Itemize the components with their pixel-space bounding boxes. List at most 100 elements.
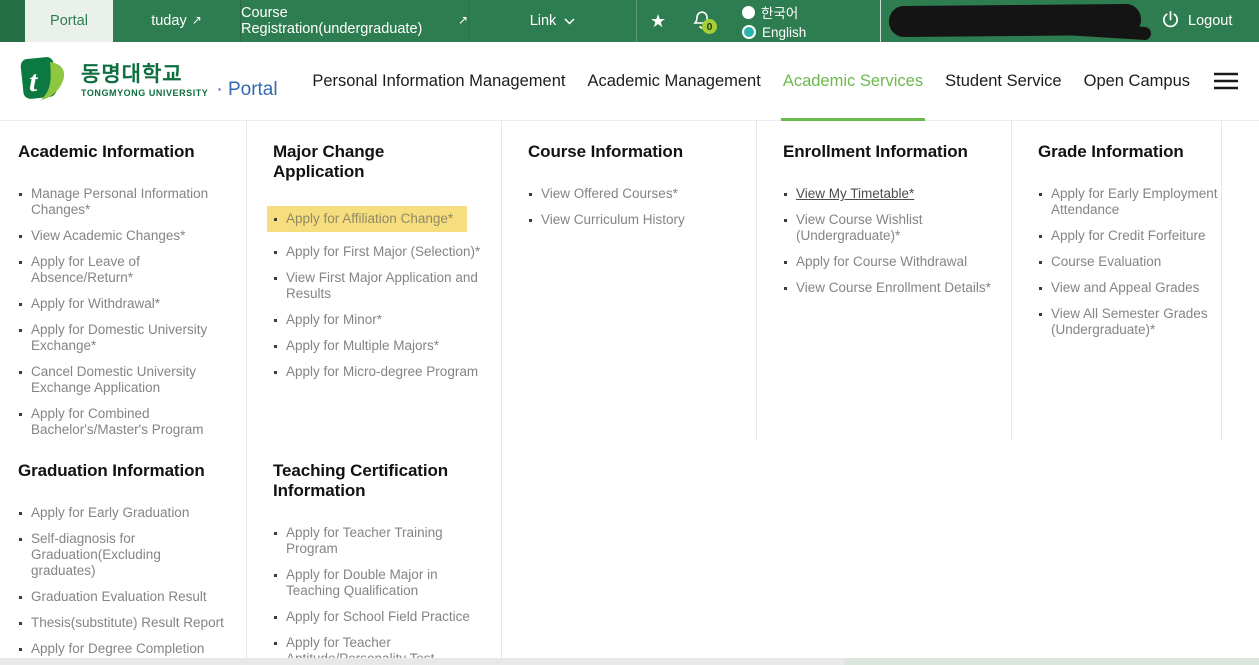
university-logo[interactable]: t 동명대학교 TONGMYONG UNIVERSITY · Portal	[20, 55, 278, 108]
logout-button[interactable]: Logout	[1161, 0, 1232, 42]
topbar-tab-course-registration-label: Course Registration(undergraduate)	[241, 5, 453, 37]
menu-item[interactable]: Manage Personal Information Changes*	[18, 186, 226, 218]
menu-item-view-my-timetable-hovered[interactable]: View My Timetable*	[783, 186, 991, 202]
menu-item[interactable]: Apply for School Field Practice	[273, 609, 481, 625]
menu-item[interactable]: Apply for Micro-degree Program	[273, 364, 481, 380]
menu-item[interactable]: Apply for First Major (Selection)*	[273, 244, 481, 260]
university-logo-mark-icon: t	[20, 55, 72, 108]
menu-item[interactable]: View Course Enrollment Details*	[783, 280, 991, 296]
menu-item[interactable]: Course Evaluation	[1038, 254, 1221, 270]
notification-count-badge: 0	[702, 19, 717, 34]
menu-column-teaching-certification-information: Teaching Certification Information Apply…	[247, 440, 502, 665]
main-navigation: Personal Information Management Academic…	[301, 42, 1239, 120]
portal-suffix: · Portal	[216, 79, 277, 101]
chevron-down-icon	[564, 18, 575, 25]
language-option-english[interactable]: English	[742, 23, 806, 41]
hamburger-menu-icon[interactable]	[1213, 72, 1239, 90]
menu-item[interactable]: Apply for Leave of Absence/Return*	[18, 254, 226, 286]
menu-item-list: View My Timetable* View Course Wishlist …	[783, 186, 1011, 296]
topbar-divider	[880, 0, 881, 42]
topbar-left-edge	[0, 0, 25, 42]
logout-label: Logout	[1188, 13, 1232, 29]
menu-item[interactable]: Apply for Domestic University Exchange*	[18, 322, 226, 354]
redacted-username	[889, 4, 1141, 37]
topbar-link-label: Link	[530, 13, 557, 29]
menu-item-list: Apply for Early Graduation Self-diagnosi…	[18, 505, 246, 665]
menu-item-apply-for-affiliation-change-highlighted[interactable]: Apply for Affiliation Change*	[267, 206, 467, 232]
menu-column-title: Academic Information	[18, 142, 223, 162]
menu-item[interactable]: Self-diagnosis for Graduation(Excluding …	[18, 531, 226, 579]
menu-item-list: View Offered Courses* View Curriculum Hi…	[528, 186, 756, 228]
main-header: t 동명대학교 TONGMYONG UNIVERSITY · Portal Pe…	[0, 42, 1259, 121]
topbar-link-dropdown[interactable]: Link	[469, 0, 637, 42]
menu-item[interactable]: Graduation Evaluation Result	[18, 589, 226, 605]
language-english-label: English	[762, 25, 806, 40]
nav-item-academic-management[interactable]: Academic Management	[576, 42, 771, 120]
menu-column-title: Grade Information	[1038, 142, 1221, 162]
menu-item[interactable]: Apply for Teacher Training Program	[273, 525, 481, 557]
external-link-icon: ↗	[458, 13, 468, 27]
topbar-tab-portal-label: Portal	[50, 13, 88, 29]
nav-item-personal-information-management[interactable]: Personal Information Management	[301, 42, 576, 120]
topbar-tab-course-registration[interactable]: Course Registration(undergraduate) ↗	[241, 0, 469, 42]
menu-column-major-change-application: Major Change Application Apply for Affil…	[247, 121, 502, 440]
university-name-english: TONGMYONG UNIVERSITY	[81, 88, 208, 98]
academic-services-mega-menu: Academic Information Manage Personal Inf…	[0, 121, 1259, 665]
menu-item[interactable]: View First Major Application and Results	[273, 270, 481, 302]
menu-column-academic-information: Academic Information Manage Personal Inf…	[18, 121, 247, 440]
topbar-tab-tuday-label: tuday	[151, 13, 186, 29]
power-icon	[1161, 10, 1180, 33]
menu-column-grade-information: Grade Information Apply for Early Employ…	[1012, 121, 1222, 440]
menu-column-title: Major Change Application	[273, 142, 478, 182]
menu-item[interactable]: Cancel Domestic University Exchange Appl…	[18, 364, 226, 396]
menu-item[interactable]: View All Semester Grades (Undergraduate)…	[1038, 306, 1221, 338]
menu-item-list: Apply for Affiliation Change* Apply for …	[273, 206, 501, 380]
nav-item-academic-services[interactable]: Academic Services	[772, 42, 934, 120]
menu-column-graduation-information: Graduation Information Apply for Early G…	[18, 440, 247, 665]
radio-unselected-icon[interactable]	[742, 6, 755, 19]
menu-item[interactable]: Apply for Multiple Majors*	[273, 338, 481, 354]
university-logo-text: 동명대학교 TONGMYONG UNIVERSITY	[81, 64, 208, 98]
menu-column-title: Graduation Information	[18, 461, 223, 481]
favorites-star-icon[interactable]: ★	[650, 0, 666, 42]
language-option-korean[interactable]: 한국어	[742, 3, 806, 21]
menu-item[interactable]: View Curriculum History	[528, 212, 736, 228]
menu-item[interactable]: Apply for Early Graduation	[18, 505, 226, 521]
menu-column-title: Course Information	[528, 142, 733, 162]
mega-menu-row-2: Graduation Information Apply for Early G…	[18, 440, 1259, 665]
menu-item[interactable]: Apply for Double Major in Teaching Quali…	[273, 567, 481, 599]
menu-item-list: Apply for Teacher Training Program Apply…	[273, 525, 501, 665]
mega-menu-row-1: Academic Information Manage Personal Inf…	[18, 121, 1259, 440]
star-glyph: ★	[650, 11, 666, 32]
menu-item[interactable]: Apply for Credit Forfeiture	[1038, 228, 1221, 244]
menu-item[interactable]: Thesis(substitute) Result Report	[18, 615, 226, 631]
menu-item[interactable]: Apply for Withdrawal*	[18, 296, 226, 312]
menu-item-list: Manage Personal Information Changes* Vie…	[18, 186, 246, 438]
menu-item[interactable]: Apply for Combined Bachelor's/Master's P…	[18, 406, 226, 438]
university-name-korean: 동명대학교	[81, 64, 208, 86]
top-utility-bar: Portal tuday ↗ Course Registration(under…	[0, 0, 1259, 42]
menu-column-title: Enrollment Information	[783, 142, 988, 162]
nav-item-open-campus[interactable]: Open Campus	[1073, 42, 1201, 120]
menu-item[interactable]: View Offered Courses*	[528, 186, 736, 202]
nav-item-student-service[interactable]: Student Service	[934, 42, 1072, 120]
menu-item[interactable]: View and Appeal Grades	[1038, 280, 1221, 296]
external-link-icon: ↗	[192, 13, 202, 27]
notifications-bell-icon[interactable]: 0	[692, 9, 712, 37]
bottom-strip-right	[844, 658, 1259, 665]
language-switcher: 한국어 English	[742, 3, 806, 41]
menu-column-enrollment-information: Enrollment Information View My Timetable…	[757, 121, 1012, 440]
menu-item-list: Apply for Early Employment Attendance Ap…	[1038, 186, 1221, 338]
language-korean-label: 한국어	[761, 2, 798, 22]
menu-column-course-information: Course Information View Offered Courses*…	[502, 121, 757, 440]
menu-item[interactable]: View Academic Changes*	[18, 228, 226, 244]
topbar-tab-portal[interactable]: Portal	[25, 0, 113, 42]
menu-item[interactable]: Apply for Early Employment Attendance	[1038, 186, 1221, 218]
menu-item[interactable]: Apply for Course Withdrawal	[783, 254, 991, 270]
page-bottom-strip	[0, 658, 1259, 665]
menu-item[interactable]: Apply for Minor*	[273, 312, 481, 328]
menu-item[interactable]: View Course Wishlist (Undergraduate)*	[783, 212, 991, 244]
topbar-tab-tuday[interactable]: tuday ↗	[113, 0, 241, 42]
radio-selected-icon[interactable]	[742, 25, 756, 39]
menu-column-title: Teaching Certification Information	[273, 461, 478, 501]
